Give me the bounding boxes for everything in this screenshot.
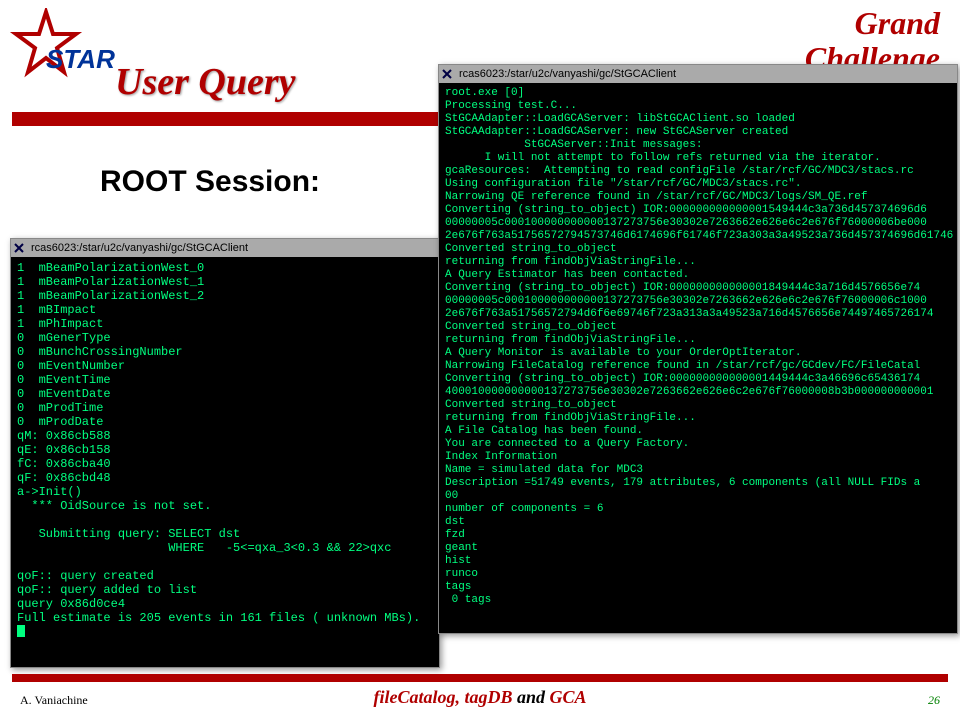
terminal-output: 1 mBeamPolarizationWest_0 1 mBeamPolariz… <box>11 257 439 644</box>
terminal-titlebar[interactable]: rcas6023:/star/u2c/vanyashi/gc/StGCAClie… <box>439 65 957 83</box>
x-icon <box>439 69 455 79</box>
terminal-window-right: rcas6023:/star/u2c/vanyashi/gc/StGCAClie… <box>438 64 958 634</box>
terminal-title: rcas6023:/star/u2c/vanyashi/gc/StGCAClie… <box>455 68 676 80</box>
footer-text-b: and <box>512 687 549 707</box>
slide-title: User Query <box>115 60 295 104</box>
terminal-output: root.exe [0] Processing test.C... StGCAA… <box>439 83 957 611</box>
footer-text-a: fileCatalog, tagDB <box>373 687 512 707</box>
star-logo: STAR <box>8 8 128 108</box>
svg-text:STAR: STAR <box>46 44 115 74</box>
footer-bar <box>12 674 948 682</box>
subtitle: ROOT Session: <box>100 165 320 199</box>
footer-text-c: GCA <box>550 687 587 707</box>
x-icon <box>11 243 27 253</box>
footer-page-number: 26 <box>928 693 940 708</box>
grand-line1: Grand <box>805 6 940 41</box>
footer-center: fileCatalog, tagDB and GCA <box>0 687 960 708</box>
terminal-title: rcas6023:/star/u2c/vanyashi/gc/StGCAClie… <box>27 242 248 254</box>
terminal-window-left: rcas6023:/star/u2c/vanyashi/gc/StGCAClie… <box>10 238 440 668</box>
terminal-titlebar[interactable]: rcas6023:/star/u2c/vanyashi/gc/StGCAClie… <box>11 239 439 257</box>
